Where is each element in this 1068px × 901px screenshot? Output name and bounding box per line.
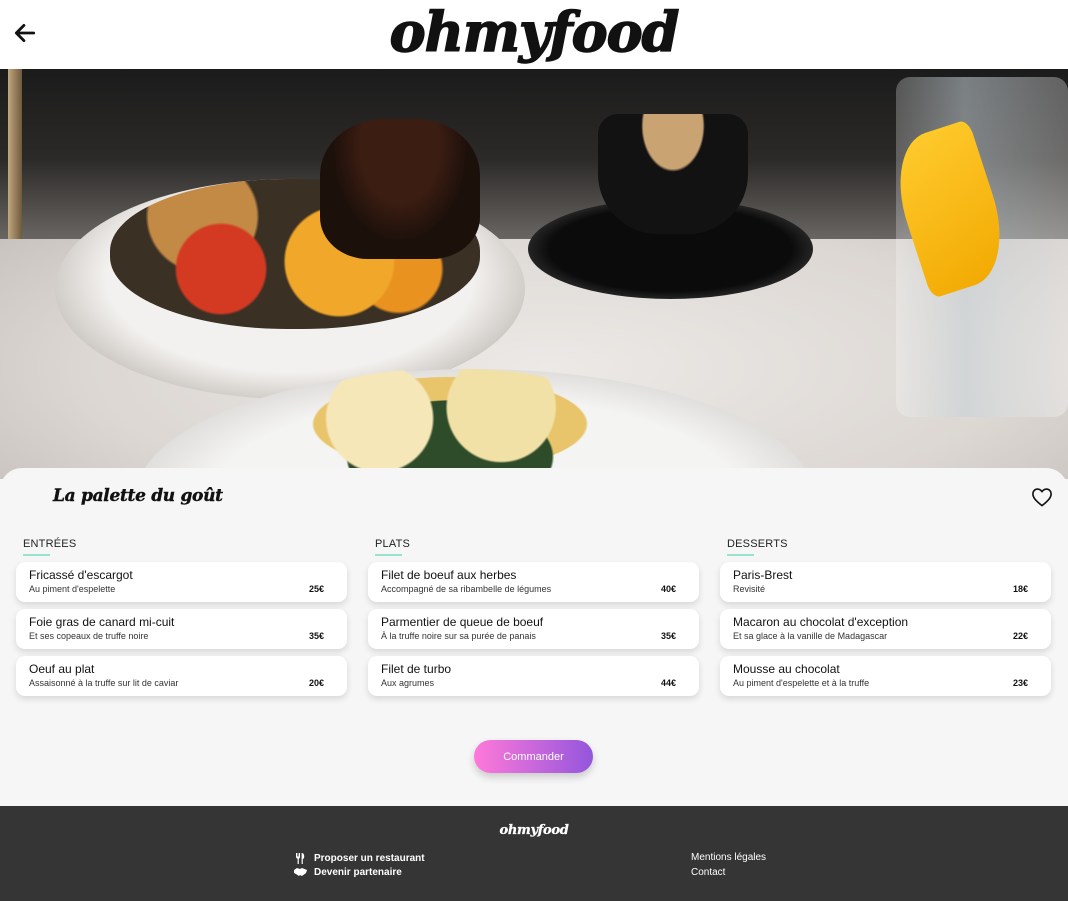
dish-price: 18€ <box>1012 584 1028 594</box>
dish-name: Filet de turbo <box>381 662 452 676</box>
dish-description: Au piment d'espelette et à la truffe <box>733 678 870 688</box>
menu-card: La palette du goût ENTRÉES Fricassé d'es… <box>0 468 1068 808</box>
dish-card[interactable]: Parmentier de queue de boeuf À la truffe… <box>368 609 699 649</box>
dish-card[interactable]: Filet de boeuf aux herbes Accompagné de … <box>368 562 699 602</box>
dish-card[interactable]: Fricassé d'escargot Au piment d'espelett… <box>16 562 347 602</box>
dish-description: Aux agrumes <box>381 678 435 688</box>
propose-restaurant-link[interactable]: Proposer un restaurant <box>293 851 425 865</box>
dish-description: Assaisonné à la truffe sur lit de caviar <box>29 678 179 688</box>
dish-name: Filet de boeuf aux herbes <box>381 568 517 582</box>
heart-icon[interactable] <box>1031 487 1053 507</box>
dish-description: Au piment d'espelette <box>29 584 116 594</box>
propose-restaurant-label: Proposer un restaurant <box>314 852 425 864</box>
become-partner-link[interactable]: Devenir partenaire <box>293 865 425 879</box>
dish-name: Mousse au chocolat <box>733 662 840 676</box>
dish-description: Revisité <box>733 584 766 594</box>
dish-name: Paris-Brest <box>733 568 793 582</box>
dish-price: 40€ <box>660 584 676 594</box>
dish-description: À la truffe noire sur sa purée de panais <box>381 631 536 641</box>
restaurant-title: La palette du goût <box>53 486 223 506</box>
become-partner-label: Devenir partenaire <box>314 866 402 878</box>
legal-notice-link[interactable]: Mentions légales <box>691 852 766 867</box>
dish-name: Fricassé d'escargot <box>29 568 133 582</box>
dish-name: Parmentier de queue de boeuf <box>381 615 544 629</box>
dish-card[interactable]: Oeuf au plat Assaisonné à la truffe sur … <box>16 656 347 696</box>
top-header: ohmyfood <box>0 0 1068 69</box>
dish-description: Et sa glace à la vanille de Madagascar <box>733 631 888 641</box>
menu-column-entrees: ENTRÉES Fricassé d'escargot Au piment d'… <box>16 534 347 703</box>
site-footer: ohmyfood Proposer un restaurant Devenir … <box>0 806 1068 901</box>
title-underline <box>375 554 402 556</box>
dish-card[interactable]: Macaron au chocolat d'exception Et sa gl… <box>720 609 1051 649</box>
dish-description: Accompagné de sa ribambelle de légumes <box>381 584 552 594</box>
menu-column-plats: PLATS Filet de boeuf aux herbes Accompag… <box>368 534 699 703</box>
dish-price: 35€ <box>308 631 324 641</box>
contact-link[interactable]: Contact <box>691 867 766 882</box>
dish-price: 25€ <box>308 584 324 594</box>
site-logo[interactable]: ohmyfood <box>0 1 1068 63</box>
menu-column-desserts: DESSERTS Paris-Brest Revisité 18€ Macaro… <box>720 534 1051 703</box>
footer-links-right: Mentions légales Contact <box>691 852 766 882</box>
dish-price: 23€ <box>1012 678 1028 688</box>
utensils-icon <box>293 852 307 864</box>
column-title: PLATS <box>375 538 411 550</box>
dish-price: 35€ <box>660 631 676 641</box>
dish-description: Et ses copeaux de truffe noire <box>29 631 149 641</box>
column-title: DESSERTS <box>727 538 788 550</box>
column-title: ENTRÉES <box>23 538 77 550</box>
handshake-icon <box>293 867 307 877</box>
dish-name: Oeuf au plat <box>29 662 95 676</box>
dish-name: Foie gras de canard mi-cuit <box>29 615 175 629</box>
dish-price: 20€ <box>308 678 324 688</box>
footer-links-left: Proposer un restaurant Devenir partenair… <box>293 851 425 879</box>
order-button[interactable]: Commander <box>474 740 593 773</box>
dish-card[interactable]: Foie gras de canard mi-cuit Et ses copea… <box>16 609 347 649</box>
title-underline <box>23 554 50 556</box>
restaurant-hero-image <box>0 69 1068 479</box>
dish-name: Macaron au chocolat d'exception <box>733 615 909 629</box>
dish-price: 22€ <box>1012 631 1028 641</box>
dish-card[interactable]: Mousse au chocolat Au piment d'espelette… <box>720 656 1051 696</box>
dish-card[interactable]: Paris-Brest Revisité 18€ <box>720 562 1051 602</box>
footer-logo[interactable]: ohmyfood <box>0 823 1068 838</box>
dish-price: 44€ <box>660 678 676 688</box>
dish-card[interactable]: Filet de turbo Aux agrumes 44€ <box>368 656 699 696</box>
title-underline <box>727 554 754 556</box>
